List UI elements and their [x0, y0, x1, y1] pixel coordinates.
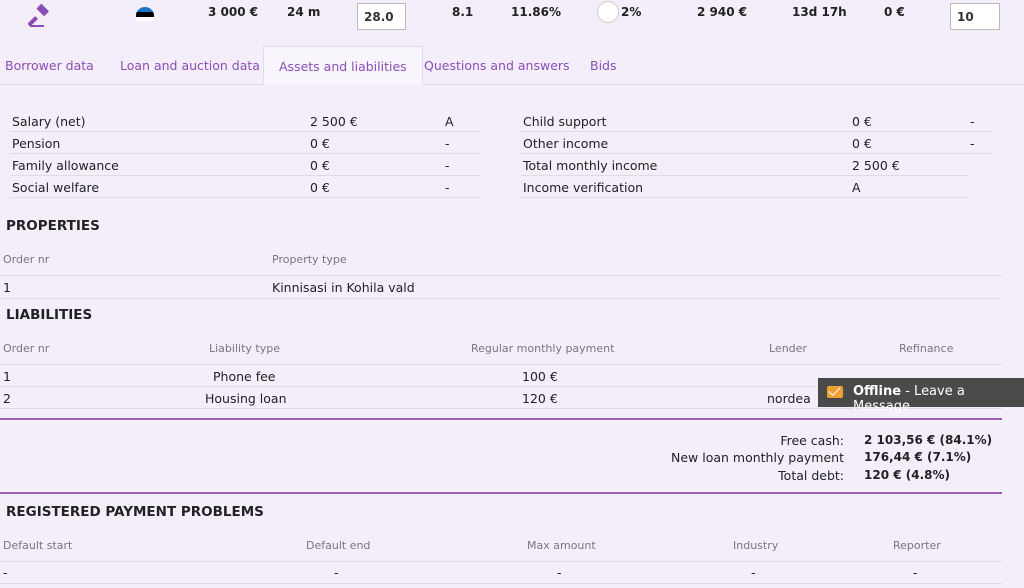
tab-borrower-data[interactable]: Borrower data	[5, 46, 94, 85]
income-row: Social welfare 0 € -	[10, 176, 480, 198]
tab-loan-auction-data[interactable]: Loan and auction data	[120, 46, 260, 85]
properties-header-order: Order nr	[3, 253, 50, 266]
income-row: Salary (net) 2 500 € A	[10, 110, 480, 132]
properties-header-type: Property type	[272, 253, 347, 266]
time-left: 13d 17h	[792, 5, 847, 19]
total-debt-label: Total debt:	[778, 468, 844, 483]
liabilities-header-type: Liability type	[209, 342, 280, 355]
offline-chat-button[interactable]: Offline - Leave a Message	[818, 378, 1024, 414]
rate-input[interactable]: 28.0	[357, 3, 406, 30]
income-row: Income verification A	[521, 176, 968, 198]
liabilities-header-payment: Regular monthly payment	[471, 342, 615, 355]
estonia-flag-icon	[136, 7, 154, 21]
gavel-icon[interactable]	[28, 4, 52, 28]
loan-stats-row: 3 000 € 24 m 28.0 8.1 11.86% 2% 2 940 € …	[0, 0, 1024, 40]
interest-rate: 11.86%	[511, 5, 561, 19]
free-cash-value: 2 103,56 € (84.1%)	[864, 433, 993, 447]
funded-pie-icon	[597, 1, 619, 23]
problems-header-reporter: Reporter	[893, 539, 941, 552]
detail-tabs: Borrower data Loan and auction data Asse…	[0, 46, 1024, 85]
credit-score: 8.1	[452, 5, 474, 19]
tab-bids[interactable]: Bids	[590, 46, 617, 85]
new-loan-payment-value: 176,44 € (7.1%)	[864, 450, 972, 464]
total-debt-value: 120 € (4.8%)	[864, 468, 951, 482]
income-row: Other income 0 € -	[521, 132, 991, 154]
divider	[0, 275, 1002, 276]
liabilities-header-refinance: Refinance	[899, 342, 954, 355]
income-row: Family allowance 0 € -	[10, 154, 480, 176]
problems-header-end: Default end	[306, 539, 371, 552]
funded-percent: 2%	[621, 5, 642, 19]
liabilities-title: LIABILITIES	[6, 307, 93, 323]
tab-assets-liabilities[interactable]: Assets and liabilities	[263, 46, 423, 85]
payment-problems-title: REGISTERED PAYMENT PROBLEMS	[6, 504, 264, 520]
problems-header-start: Default start	[3, 539, 73, 552]
current-bid: 0 €	[884, 5, 905, 19]
chat-status: Offline	[853, 384, 902, 399]
divider	[0, 408, 1002, 409]
section-divider	[0, 418, 1002, 420]
mail-icon	[827, 386, 843, 398]
income-row: Pension 0 € -	[10, 132, 480, 154]
liabilities-header-order: Order nr	[3, 342, 50, 355]
divider	[0, 364, 1002, 365]
tab-questions-answers[interactable]: Questions and answers	[424, 46, 570, 85]
income-row: Child support 0 € -	[521, 110, 991, 132]
loan-amount: 3 000 €	[208, 5, 259, 19]
property-order: 1	[3, 280, 11, 295]
income-row: Total monthly income 2 500 €	[521, 154, 968, 176]
new-loan-payment-label: New loan monthly payment	[670, 450, 844, 465]
free-cash-label: Free cash:	[780, 433, 844, 448]
problems-header-industry: Industry	[733, 539, 779, 552]
divider	[0, 561, 1002, 562]
loan-term: 24 m	[287, 5, 321, 19]
total-amount: 2 940 €	[697, 5, 748, 19]
problems-header-max: Max amount	[527, 539, 596, 552]
property-type: Kinnisasi in Kohila vald	[272, 280, 415, 295]
divider	[0, 583, 1002, 584]
liabilities-header-lender: Lender	[769, 342, 807, 355]
section-divider	[0, 492, 1002, 494]
bid-amount-input[interactable]: 10	[950, 3, 1000, 30]
properties-title: PROPERTIES	[6, 218, 100, 234]
divider	[0, 298, 1002, 299]
